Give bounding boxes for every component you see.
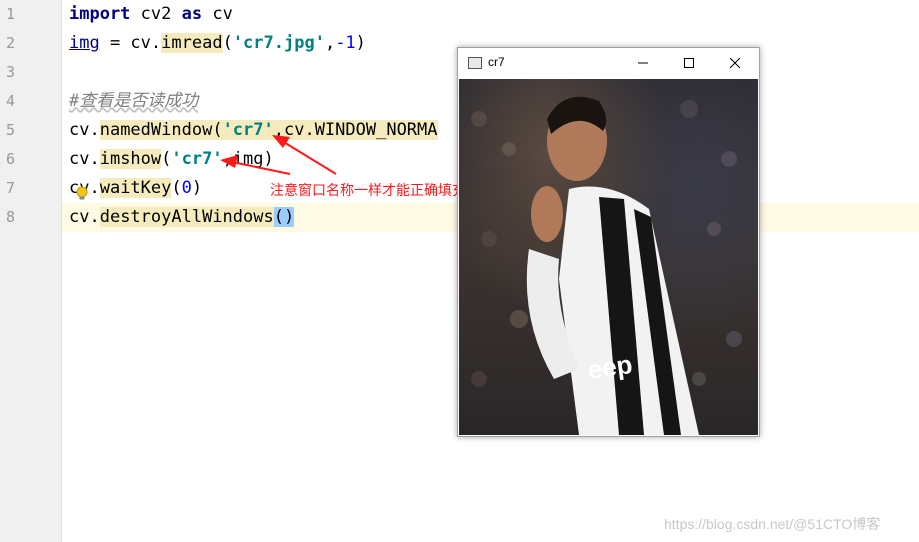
maximize-button[interactable]: [666, 48, 712, 78]
window-title: cr7: [488, 55, 505, 69]
window-titlebar[interactable]: cr7: [458, 48, 759, 78]
maximize-icon: [684, 58, 694, 68]
annotation-text: 注意窗口名称一样才能正确填充: [270, 183, 466, 199]
minimize-icon: [638, 62, 648, 64]
close-button[interactable]: [712, 48, 758, 78]
close-icon: [730, 58, 740, 68]
watermark: https://blog.csdn.net/@51CTO博客: [664, 516, 881, 532]
opencv-window[interactable]: cr7 eep: [457, 47, 760, 437]
app-icon: [468, 57, 482, 69]
svg-text:eep: eep: [586, 349, 635, 385]
minimize-button[interactable]: [620, 48, 666, 78]
image-display: eep: [459, 79, 758, 435]
player-photo: eep: [471, 96, 742, 435]
